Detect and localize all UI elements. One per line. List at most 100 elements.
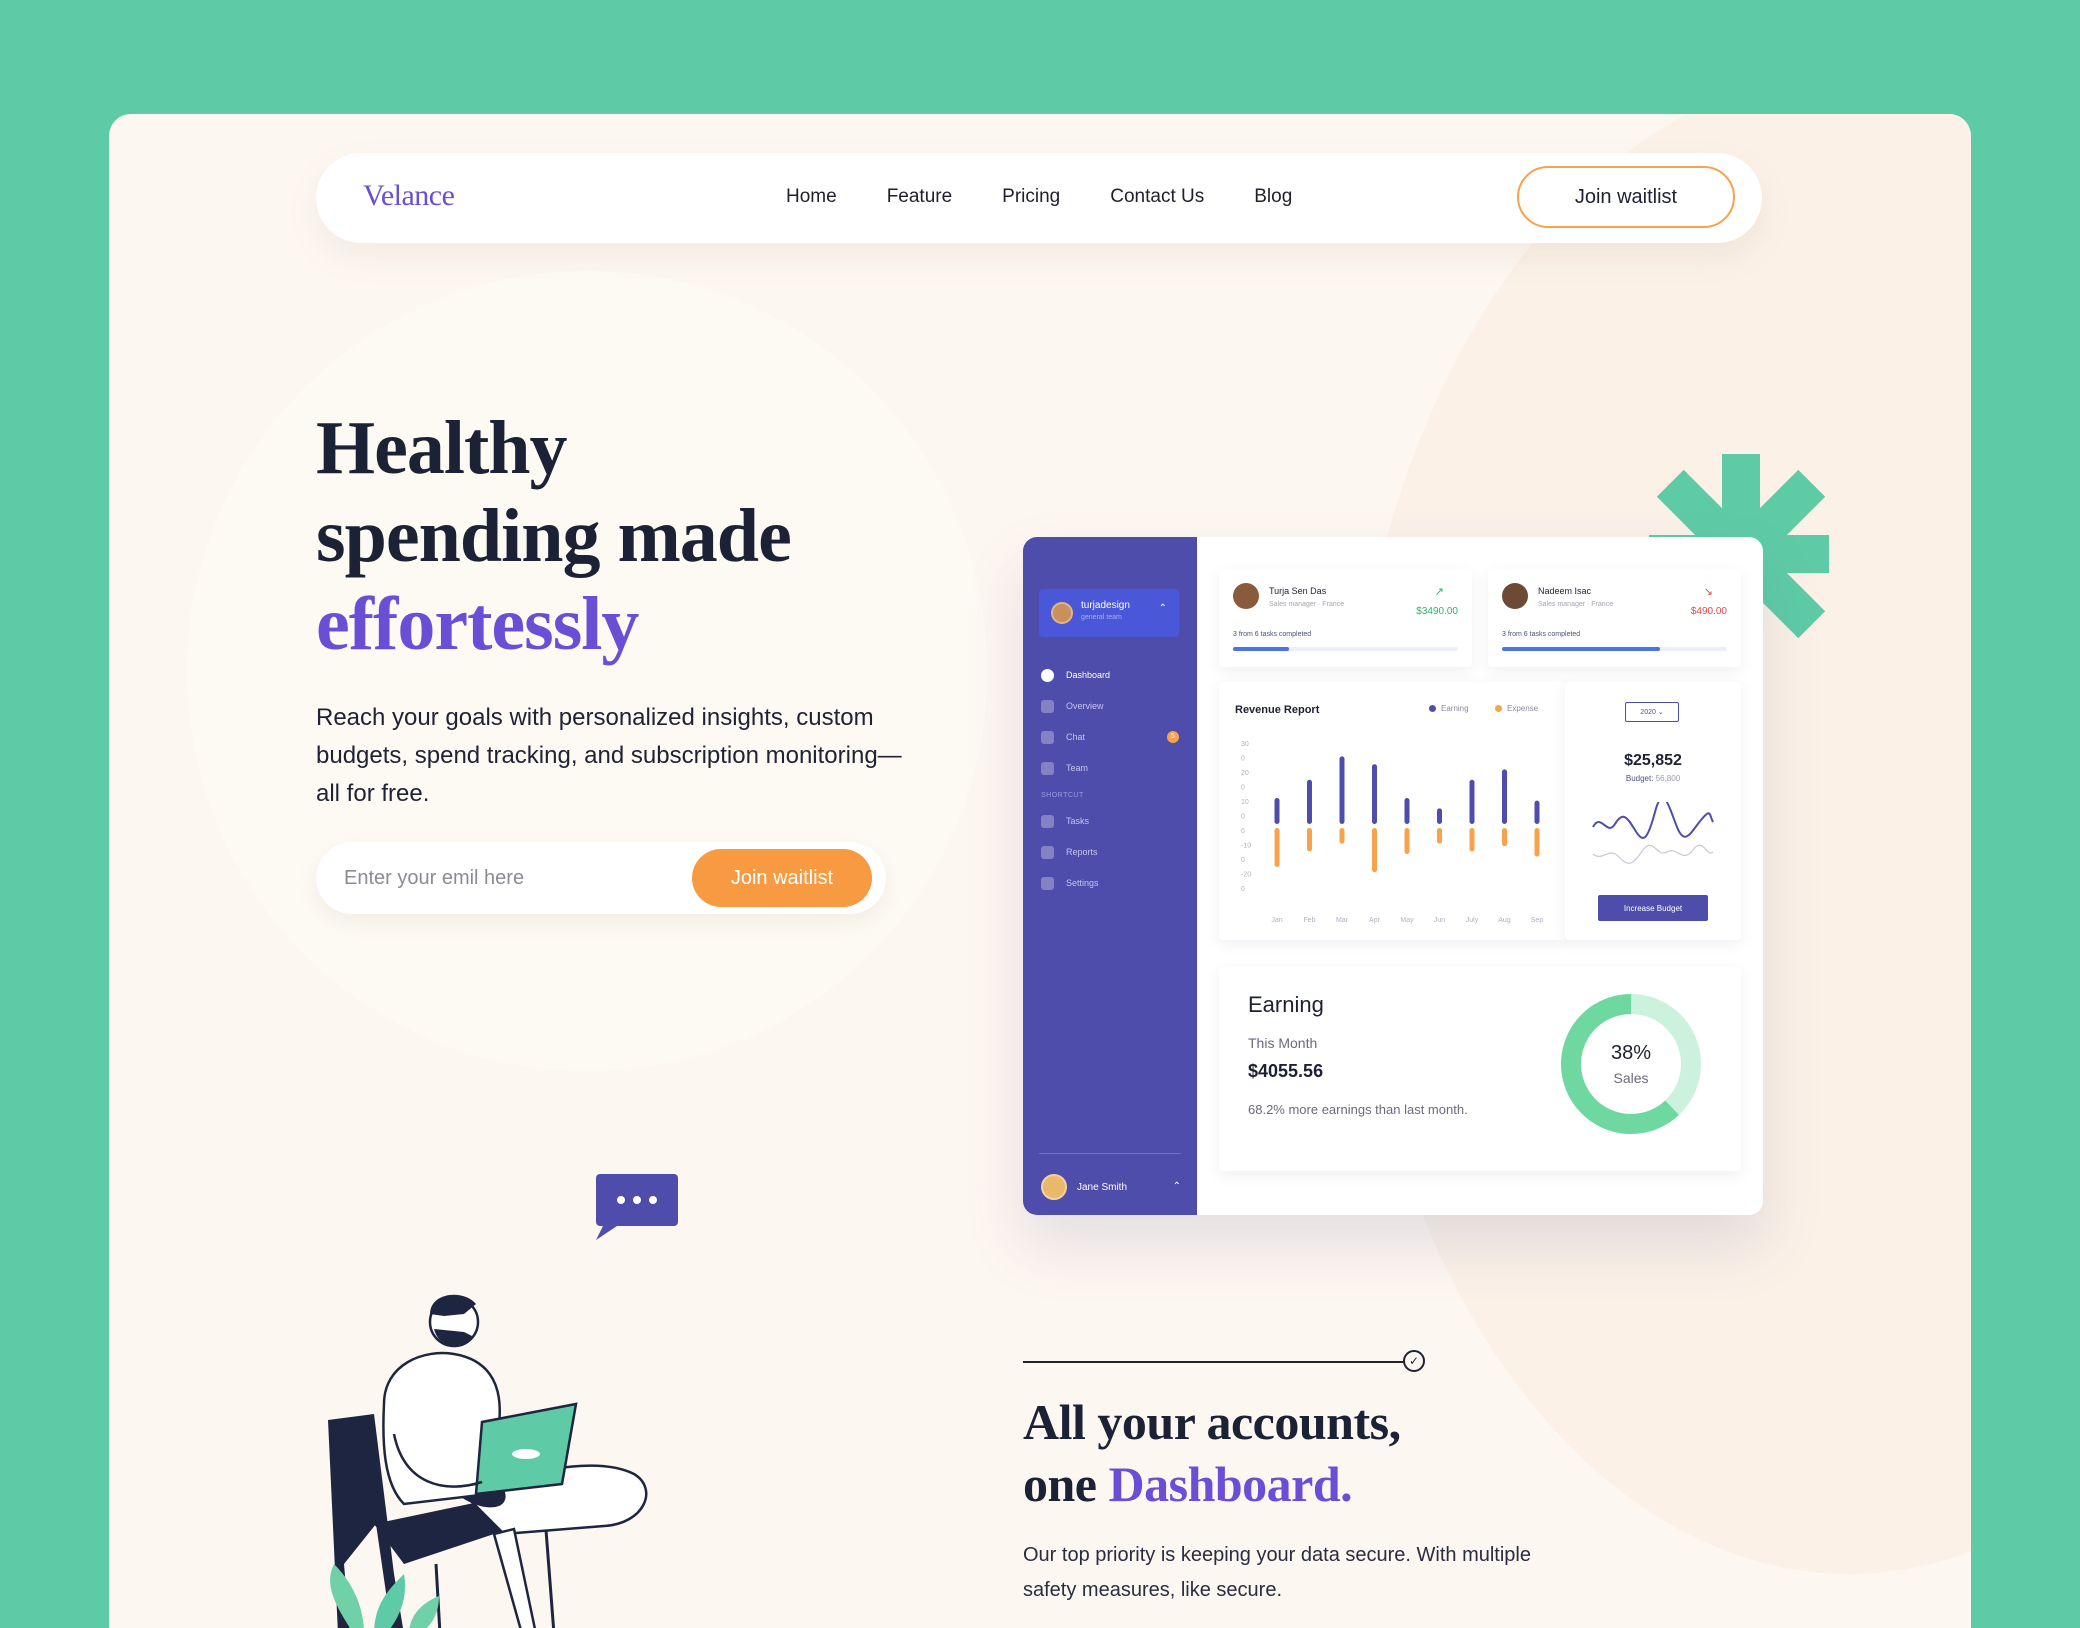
earning-bar — [1469, 779, 1475, 824]
email-signup-form: Join waitlist — [316, 842, 886, 914]
y-tick-label: 10 — [1241, 799, 1249, 806]
sidebar-item-overview[interactable]: Overview — [1041, 696, 1191, 716]
sidebar-item-label: Team — [1066, 763, 1089, 773]
headline-line-2: spending made — [316, 494, 792, 578]
pie-chart-icon — [1041, 668, 1054, 682]
nav-link-feature[interactable]: Feature — [887, 186, 952, 208]
user-amount: $3490.00 — [1416, 606, 1458, 617]
section-divider — [1023, 1361, 1412, 1363]
expense-bar — [1372, 828, 1377, 873]
budget-label: Budget: 56,800 — [1625, 774, 1681, 783]
user-card[interactable]: Nadeem Isac Sales manager · France ↘ $49… — [1488, 569, 1741, 667]
task-progress-bar — [1502, 647, 1727, 651]
earning-bar — [1404, 798, 1410, 824]
progress-text: 3 from 6 tasks completed — [1233, 631, 1312, 638]
y-tick-label: 30 — [1241, 741, 1249, 748]
avatar — [1051, 602, 1073, 624]
gear-icon — [1041, 876, 1054, 890]
chevron-icon: ⌃ — [1158, 603, 1167, 614]
legend-earning: Earning — [1429, 704, 1469, 713]
reports-icon — [1041, 845, 1054, 859]
earning-bar — [1372, 764, 1377, 824]
chat-badge: 5 — [1167, 731, 1179, 743]
earning-note: 68.2% more earnings than last month. — [1248, 1102, 1468, 1117]
expense-bar — [1274, 828, 1280, 867]
x-tick-label: Aug — [1498, 917, 1511, 924]
avatar — [1233, 583, 1259, 609]
headline-accent: effortessly — [316, 582, 639, 666]
budget-total: $25,852 — [1624, 752, 1682, 769]
earning-period: This Month — [1248, 1035, 1318, 1051]
nav-links: Home Feature Pricing Contact Us Blog — [786, 186, 1342, 208]
landing-page: Velance Home Feature Pricing Contact Us … — [109, 114, 1971, 1628]
sidebar-item-label: Chat — [1066, 732, 1086, 742]
y-tick-label: 0 — [1241, 828, 1245, 835]
sidebar-item-chat[interactable]: Chat 5 — [1041, 727, 1191, 747]
increase-budget-button[interactable]: Increase Budget — [1598, 895, 1708, 921]
nav-link-pricing[interactable]: Pricing — [1002, 186, 1060, 208]
x-tick-label: Jan — [1271, 917, 1282, 924]
expense-bar — [1534, 828, 1540, 857]
section-title: All your accounts, one Dashboard. — [1023, 1391, 1401, 1515]
earning-bar — [1437, 808, 1442, 824]
nav-link-contact[interactable]: Contact Us — [1110, 186, 1204, 208]
y-tick-label: 0 — [1241, 756, 1245, 763]
revenue-title: Revenue Report — [1235, 704, 1320, 716]
expense-bar — [1502, 828, 1507, 847]
earning-amount: $4055.56 — [1248, 1061, 1324, 1081]
expense-bar — [1404, 828, 1410, 854]
check-icon: ✓ — [1403, 1350, 1425, 1372]
workspace-name: turjadesign — [1081, 600, 1130, 611]
x-tick-label: Sep — [1531, 917, 1544, 924]
x-tick-label: Feb — [1303, 917, 1315, 924]
sidebar-item-tasks[interactable]: Tasks — [1041, 811, 1191, 831]
workspace-switcher[interactable]: turjadesign general team ⌃ — [1039, 589, 1179, 637]
dashboard-sidebar: turjadesign general team ⌃ Dashboard Ove… — [1023, 537, 1197, 1215]
chat-icon — [1041, 730, 1054, 744]
navbar: Velance Home Feature Pricing Contact Us … — [316, 153, 1762, 243]
earning-bar — [1274, 798, 1280, 824]
user-amount: $490.00 — [1690, 606, 1727, 617]
earning-title: Earning — [1248, 992, 1324, 1017]
sidebar-user[interactable]: Jane Smith ⌃ — [1041, 1173, 1181, 1201]
y-tick-label: 0 — [1241, 814, 1245, 821]
sidebar-item-team[interactable]: Team — [1041, 758, 1191, 778]
person-laptop-illustration — [328, 1174, 678, 1628]
sidebar-user-name: Jane Smith — [1077, 1181, 1128, 1193]
sidebar-item-label: Reports — [1066, 847, 1098, 857]
avatar — [1502, 583, 1528, 609]
x-tick-label: July — [1466, 917, 1479, 924]
x-tick-label: Mar — [1336, 917, 1349, 924]
trend-up-icon: ↗ — [1434, 586, 1444, 598]
revenue-bar-chart: 30 0 20 0 10 0 0 -10 0 -20 0 Jan Feb Mar Apr May Jun July… — [1241, 741, 1544, 924]
user-name: Turja Sen Das — [1269, 586, 1327, 596]
x-tick-label: Apr — [1369, 917, 1381, 924]
section-title-accent: Dashboard. — [1108, 1456, 1353, 1512]
shortcut-section-label: SHORTCUT — [1041, 792, 1084, 799]
y-tick-label: -20 — [1241, 872, 1251, 879]
x-tick-label: May — [1400, 917, 1414, 924]
sidebar-item-label: Overview — [1066, 701, 1104, 711]
chevron-icon: ⌃ — [1172, 1181, 1181, 1192]
sidebar-item-reports[interactable]: Reports — [1041, 842, 1191, 862]
earning-bar — [1307, 779, 1312, 824]
year-select[interactable]: 2020 ⌄ — [1625, 702, 1679, 722]
user-name: Nadeem Isac — [1538, 586, 1592, 596]
logo[interactable]: Velance — [363, 179, 455, 213]
earning-bar — [1502, 769, 1507, 824]
user-role: Sales manager · France — [1538, 601, 1614, 608]
section-title-line-2: one Dashboard. — [1023, 1456, 1353, 1512]
email-input[interactable] — [344, 856, 664, 900]
user-card[interactable]: Turja Sen Das Sales manager · France ↗ $… — [1219, 569, 1472, 667]
trend-down-icon: ↘ — [1703, 586, 1713, 598]
hero-subtitle: Reach your goals with personalized insig… — [316, 704, 902, 807]
chat-bubble-icon — [596, 1174, 678, 1240]
y-tick-label: 0 — [1241, 785, 1245, 792]
nav-link-blog[interactable]: Blog — [1254, 186, 1292, 208]
sidebar-item-settings[interactable]: Settings — [1041, 873, 1191, 893]
earning-bar — [1339, 756, 1345, 824]
join-waitlist-hero-button[interactable]: Join waitlist — [692, 849, 872, 907]
join-waitlist-nav-button[interactable]: Join waitlist — [1517, 166, 1735, 228]
nav-link-home[interactable]: Home — [786, 186, 837, 208]
sidebar-item-dashboard[interactable]: Dashboard — [1041, 665, 1191, 685]
